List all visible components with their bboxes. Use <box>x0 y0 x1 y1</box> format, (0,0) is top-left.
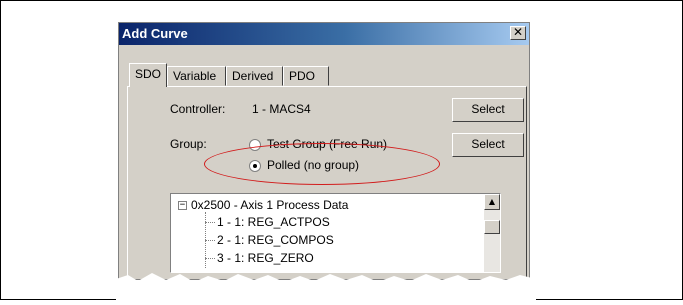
tree-node-child[interactable]: 3 - 1: REG_ZERO <box>217 251 314 265</box>
tree-connector <box>205 258 215 259</box>
tab-derived-label: Derived <box>232 69 274 83</box>
tree-node-child[interactable]: 2 - 1: REG_COMPOS <box>217 233 334 247</box>
controller-label: Controller: <box>170 102 226 116</box>
collapse-icon[interactable]: − <box>178 201 187 210</box>
tree-scrollbar[interactable]: ▲ <box>484 194 500 272</box>
controller-select-label: Select <box>471 102 505 116</box>
tab-pdo[interactable]: PDO <box>283 66 329 86</box>
tree-connector <box>205 222 215 223</box>
title-bar[interactable]: Add Curve ✕ <box>119 23 529 45</box>
close-icon: ✕ <box>512 25 524 39</box>
group-select-label: Select <box>471 137 505 151</box>
object-tree[interactable]: − 0x2500 - Axis 1 Process Data 1 - 1: RE… <box>170 193 501 273</box>
scroll-up-icon: ▲ <box>488 197 496 206</box>
tab-pdo-label: PDO <box>289 69 316 83</box>
tree-node-child[interactable]: 1 - 1: REG_ACTPOS <box>217 215 330 229</box>
torn-edge <box>116 273 536 305</box>
group-select-button[interactable]: Select <box>452 133 524 157</box>
scroll-thumb[interactable] <box>484 220 500 234</box>
close-button[interactable]: ✕ <box>510 26 526 40</box>
tab-variable-label: Variable <box>173 69 217 83</box>
tab-sdo[interactable]: SDO <box>129 63 167 87</box>
tab-variable[interactable]: Variable <box>167 66 226 86</box>
scroll-up-button[interactable]: ▲ <box>484 194 500 210</box>
group-label: Group: <box>170 137 207 151</box>
tree-node-root[interactable]: 0x2500 - Axis 1 Process Data <box>191 198 348 212</box>
tree-connector <box>205 240 215 241</box>
tab-sdo-label: SDO <box>135 67 162 81</box>
tab-derived[interactable]: Derived <box>226 66 283 86</box>
highlight-ellipse <box>204 143 440 185</box>
controller-value: 1 - MACS4 <box>252 102 311 116</box>
controller-select-button[interactable]: Select <box>452 98 524 122</box>
dialog-title: Add Curve <box>122 26 188 41</box>
